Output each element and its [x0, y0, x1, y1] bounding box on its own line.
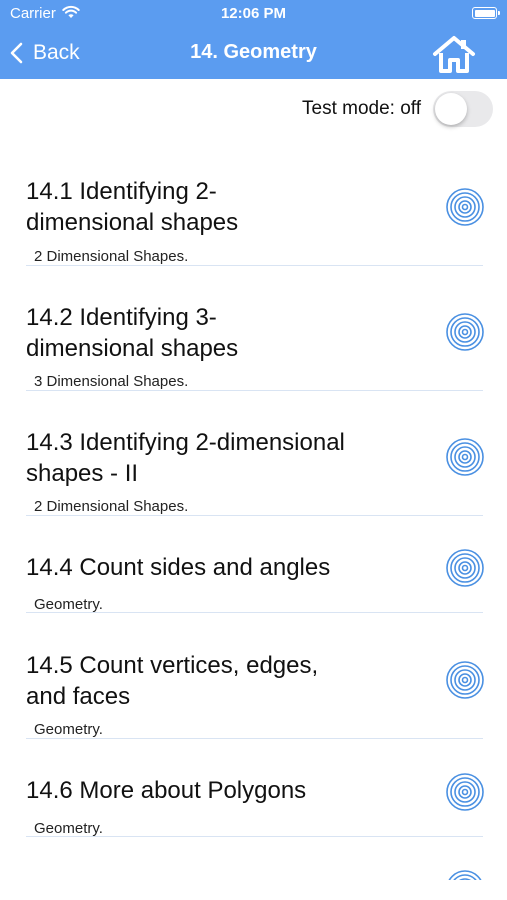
- toggle-knob: [435, 93, 467, 125]
- row-divider: [26, 390, 483, 391]
- lesson-title: 14.4 Count sides and angles: [26, 554, 331, 581]
- lesson-subtitle: 2 Dimensional Shapes.: [34, 498, 189, 515]
- lesson-title: 14.2 Identifying 3- dimensional shapes: [26, 304, 239, 362]
- target-icon[interactable]: [446, 188, 484, 226]
- lesson-title: 14.5 Count vertices, edges, and faces: [26, 652, 319, 710]
- target-icon[interactable]: [446, 661, 484, 699]
- lesson-row[interactable]: 14.1 Identifying 2- dimensional shapes 2…: [0, 154, 507, 268]
- home-icon: [433, 36, 475, 73]
- clock: 12:06 PM: [220, 5, 287, 22]
- status-bar: Carrier 12:06 PM: [0, 0, 507, 28]
- lesson-title: 14.3 Identifying 2-dimensional shapes - …: [26, 429, 345, 487]
- lesson-subtitle: Geometry.: [34, 721, 103, 738]
- row-divider: [26, 265, 483, 266]
- target-icon[interactable]: [446, 313, 484, 351]
- lesson-title: 14.1 Identifying 2- dimensional shapes: [26, 178, 239, 236]
- lesson-subtitle: 2 Dimensional Shapes.: [34, 248, 189, 265]
- home-button[interactable]: [431, 34, 477, 74]
- battery-icon: [472, 7, 500, 19]
- target-icon[interactable]: [446, 549, 484, 587]
- lesson-title: 14.6 More about Polygons: [26, 777, 307, 804]
- row-divider: [26, 836, 483, 837]
- test-mode-toggle[interactable]: [433, 91, 493, 127]
- row-divider: [26, 738, 483, 739]
- test-mode-label: Test mode: off: [302, 98, 421, 119]
- navigation-bar: Back 14. Geometry: [0, 28, 507, 79]
- test-mode-control: Test mode: off: [302, 91, 493, 127]
- row-divider: [26, 612, 483, 613]
- lesson-subtitle: Geometry.: [34, 596, 103, 613]
- target-icon[interactable]: [446, 870, 484, 880]
- target-icon[interactable]: [446, 438, 484, 476]
- target-icon[interactable]: [446, 773, 484, 811]
- lesson-row[interactable]: 14.3 Identifying 2-dimensional shapes - …: [0, 404, 507, 518]
- lesson-subtitle: Geometry.: [34, 820, 103, 837]
- row-divider: [26, 515, 483, 516]
- lesson-row[interactable]: 14.5 Count vertices, edges, and faces Ge…: [0, 628, 507, 742]
- lesson-row[interactable]: 14.4 Count sides and angles Geometry.: [0, 530, 507, 616]
- lesson-row[interactable]: 14.2 Identifying 3- dimensional shapes 3…: [0, 279, 507, 393]
- lesson-subtitle: 3 Dimensional Shapes.: [34, 373, 189, 390]
- lesson-row[interactable]: 14.6 More about Polygons Geometry.: [0, 754, 507, 840]
